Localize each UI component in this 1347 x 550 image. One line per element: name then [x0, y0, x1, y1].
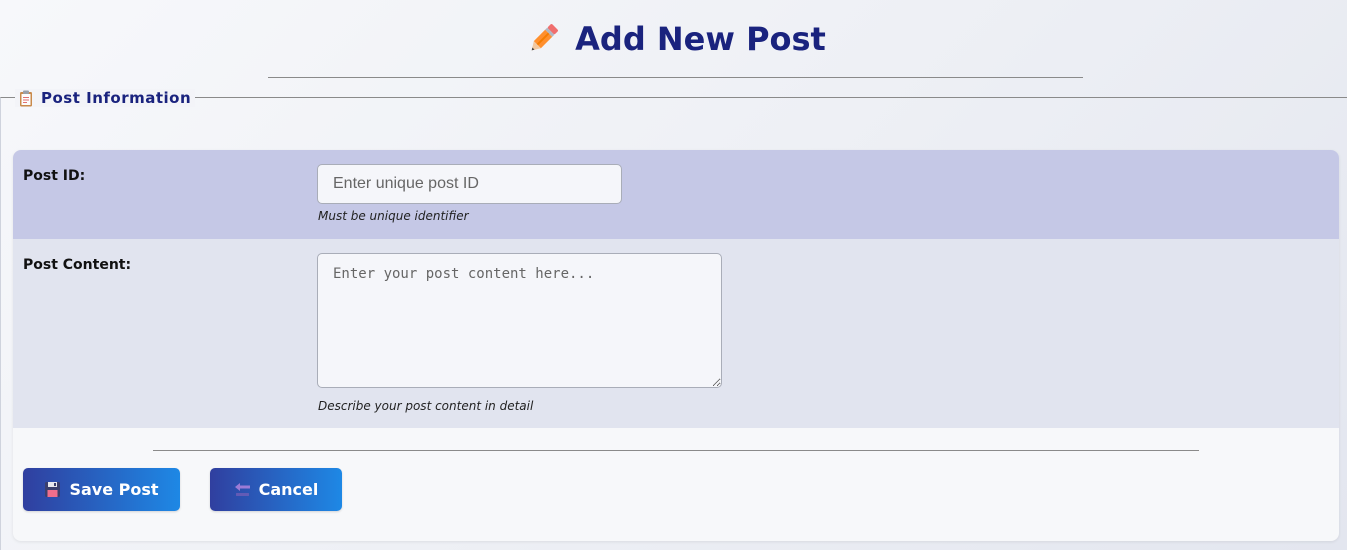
page-title: Add New Post: [575, 19, 826, 58]
cancel-button[interactable]: Cancel: [210, 468, 342, 511]
post-id-row: Post ID: Must be unique identifier: [13, 150, 1339, 239]
section-legend-label: Post Information: [41, 89, 192, 107]
save-post-button[interactable]: Save Post: [23, 468, 180, 511]
floppy-disk-icon: [45, 482, 61, 497]
post-id-hint: Must be unique identifier: [318, 209, 469, 223]
cancel-label: Cancel: [258, 480, 319, 499]
page-title-wrapper: Add New Post: [525, 20, 826, 58]
post-content-textarea[interactable]: [317, 253, 722, 388]
save-post-label: Save Post: [69, 480, 159, 499]
actions-divider: [153, 450, 1199, 451]
pencil-icon: [531, 23, 559, 50]
post-content-hint: Describe your post content in detail: [318, 399, 534, 413]
post-id-label: Post ID:: [23, 168, 86, 184]
clipboard-icon: [20, 90, 32, 106]
add-post-form: Post ID: Must be unique identifier Post …: [13, 150, 1339, 541]
back-arrow-icon: [234, 483, 250, 496]
post-id-input[interactable]: [317, 164, 622, 204]
page-header: Add New Post: [268, 0, 1083, 78]
post-content-row: Post Content: Describe your post content…: [13, 239, 1339, 428]
post-content-label: Post Content:: [23, 257, 132, 273]
section-legend: Post Information: [15, 89, 196, 107]
